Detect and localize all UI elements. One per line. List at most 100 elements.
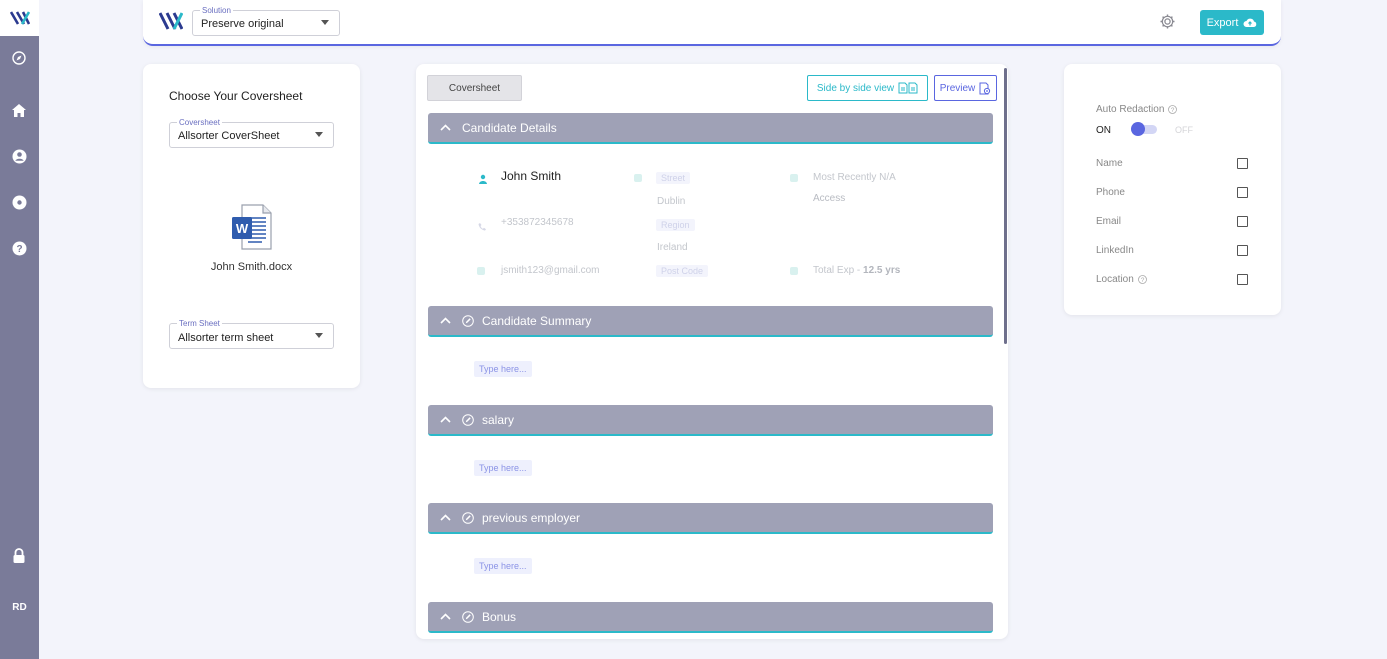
app-logo[interactable]	[0, 0, 39, 36]
section-title: Candidate Details	[462, 120, 557, 135]
chevron-up-icon[interactable]	[428, 317, 462, 324]
svg-text:?: ?	[1141, 277, 1145, 284]
coversheet-panel-title: Choose Your Coversheet	[169, 89, 303, 103]
chevron-up-icon[interactable]	[428, 514, 462, 521]
chevron-up-icon[interactable]	[428, 416, 462, 423]
redact-name-label: Name	[1096, 158, 1123, 169]
settings-icon[interactable]	[9, 192, 29, 212]
svg-text:?: ?	[1171, 107, 1175, 114]
coversheet-select[interactable]: Coversheet Allsorter CoverSheet	[169, 118, 334, 148]
salary-input[interactable]: Type here...	[474, 460, 532, 476]
section-header-previous-employer[interactable]: previous employer	[428, 503, 993, 534]
user-icon[interactable]	[9, 146, 29, 166]
termsheet-value: Allsorter term sheet	[178, 332, 274, 344]
edit-icon[interactable]	[462, 610, 474, 623]
section-header-salary[interactable]: salary	[428, 405, 993, 436]
redact-linkedin-checkbox[interactable]	[1237, 245, 1248, 256]
editor-scrollbar[interactable]	[1004, 68, 1007, 344]
toggle-on-label: ON	[1096, 125, 1111, 136]
chevron-up-icon[interactable]	[428, 613, 462, 620]
preview-label: Preview	[939, 82, 976, 94]
redact-location-row: Location ?	[1096, 274, 1147, 285]
candidate-name: John Smith	[501, 169, 562, 183]
total-exp-value: 12.5 yrs	[863, 265, 901, 276]
auto-redaction-label: Auto Redaction ?	[1096, 104, 1178, 115]
redact-phone-label: Phone	[1096, 187, 1125, 198]
candidate-country: Ireland	[657, 242, 688, 253]
preview-doc-icon	[979, 82, 991, 94]
chevron-down-icon	[315, 132, 323, 137]
redact-name-checkbox[interactable]	[1237, 158, 1248, 169]
phone-icon	[478, 218, 487, 236]
svg-text:W: W	[236, 221, 249, 236]
briefcase-icon	[790, 174, 798, 182]
total-experience: Total Exp - 12.5 yrs	[813, 265, 900, 276]
svg-text:?: ?	[16, 244, 22, 255]
redact-linkedin-label: LinkedIn	[1096, 245, 1134, 256]
preview-button[interactable]: Preview	[934, 75, 997, 101]
side-by-side-button[interactable]: Side by side view	[807, 75, 928, 101]
solution-select[interactable]: Solution Preserve original	[192, 6, 340, 36]
termsheet-select[interactable]: Term Sheet Allsorter term sheet	[169, 319, 334, 349]
coversheet-legend: Coversheet	[177, 118, 222, 127]
user-initials[interactable]: RD	[0, 602, 39, 613]
section-header-bonus[interactable]: Bonus	[428, 602, 993, 633]
top-bar: Solution Preserve original Export	[143, 0, 1281, 46]
section-header-candidate-details[interactable]: Candidate Details	[428, 113, 993, 144]
side-rail: ? RD	[0, 0, 39, 659]
side-by-side-label: Side by side view	[816, 82, 895, 94]
help-icon: ?	[1168, 105, 1178, 114]
redact-email-label: Email	[1096, 216, 1122, 227]
coversheet-editor: Coversheet Side by side view Preview Can…	[416, 64, 1008, 639]
summary-input[interactable]: Type here...	[474, 361, 532, 377]
toggle-off-label: OFF	[1175, 125, 1193, 135]
section-title: previous employer	[482, 510, 581, 525]
edit-icon[interactable]	[462, 314, 474, 327]
export-button[interactable]: Export	[1200, 10, 1264, 35]
candidate-email: jsmith123@gmail.com	[501, 265, 600, 276]
brand-logo	[158, 10, 184, 37]
redact-phone-checkbox[interactable]	[1237, 187, 1248, 198]
gear-icon[interactable]	[1159, 13, 1176, 35]
cloud-upload-icon	[1243, 18, 1257, 27]
recent-access: Access	[813, 193, 846, 204]
app-logo-icon	[9, 11, 30, 25]
compass-icon[interactable]	[9, 48, 29, 68]
home-icon[interactable]	[9, 100, 29, 120]
previous-employer-input[interactable]: Type here...	[474, 558, 532, 574]
coversheet-panel: Choose Your Coversheet Coversheet Allsor…	[143, 64, 360, 388]
document-name: John Smith.docx	[210, 261, 293, 273]
clock-icon	[790, 267, 798, 275]
candidate-phone: +353872345678	[501, 217, 574, 228]
region-label: Region	[656, 219, 695, 231]
help-icon: ?	[1137, 275, 1147, 284]
chevron-down-icon	[321, 20, 329, 25]
help-icon[interactable]: ?	[9, 238, 29, 258]
word-document-icon[interactable]: W	[232, 204, 272, 255]
solution-value: Preserve original	[201, 18, 284, 30]
edit-icon[interactable]	[462, 511, 474, 524]
location-icon	[634, 174, 642, 182]
postcode-label: Post Code	[656, 265, 709, 277]
export-label: Export	[1206, 16, 1239, 29]
redaction-panel: Auto Redaction ? ON OFF Name Phone Email…	[1064, 64, 1281, 315]
solution-legend: Solution	[200, 6, 233, 15]
tab-coversheet[interactable]: Coversheet	[427, 75, 522, 101]
candidate-city: Dublin	[657, 196, 686, 207]
compare-docs-icon	[898, 82, 918, 94]
section-header-candidate-summary[interactable]: Candidate Summary	[428, 306, 993, 337]
toggle-knob[interactable]	[1131, 122, 1145, 136]
email-icon	[477, 267, 485, 275]
termsheet-legend: Term Sheet	[177, 319, 222, 328]
lock-icon[interactable]	[9, 546, 29, 566]
section-title: Candidate Summary	[482, 313, 592, 328]
section-title: Bonus	[482, 609, 517, 624]
redact-location-checkbox[interactable]	[1237, 274, 1248, 285]
redact-location-label: Location	[1096, 274, 1134, 285]
coversheet-value: Allsorter CoverSheet	[178, 130, 280, 142]
brand-logo-icon	[158, 12, 184, 30]
edit-icon[interactable]	[462, 413, 474, 426]
redact-email-checkbox[interactable]	[1237, 216, 1248, 227]
chevron-up-icon[interactable]	[428, 124, 462, 131]
recent-employer: Most Recently N/A	[813, 172, 896, 183]
